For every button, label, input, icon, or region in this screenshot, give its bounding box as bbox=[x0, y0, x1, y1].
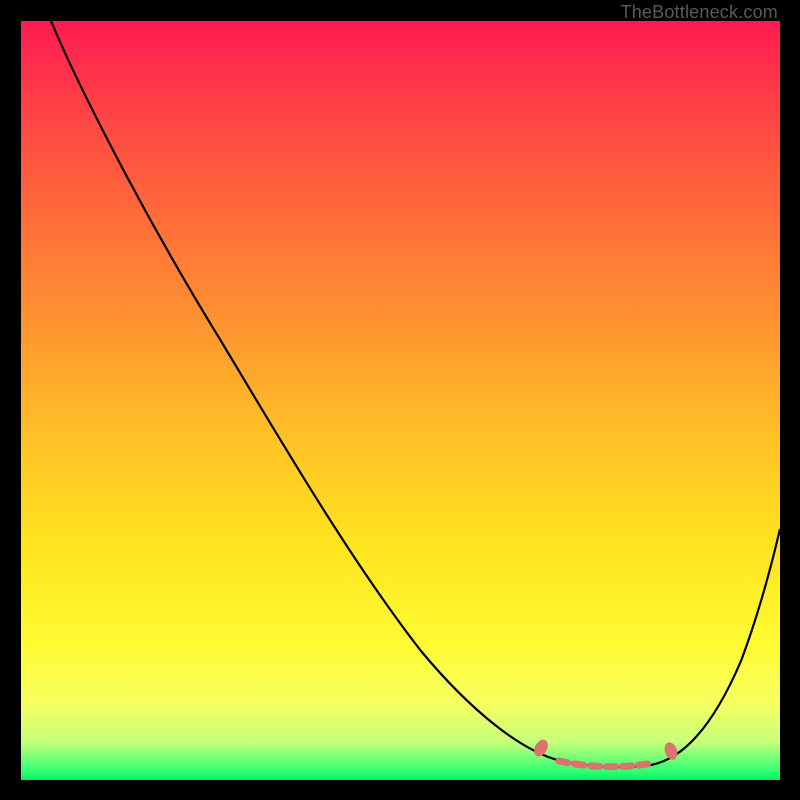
chart-frame: TheBottleneck.com bbox=[0, 0, 800, 800]
chart-svg bbox=[21, 21, 780, 780]
watermark-text: TheBottleneck.com bbox=[621, 2, 778, 23]
plot-area bbox=[21, 21, 780, 780]
bottleneck-curve bbox=[51, 21, 780, 767]
highlight-dashes bbox=[559, 761, 653, 767]
highlight-marker-right bbox=[662, 740, 679, 761]
highlight-marker-left bbox=[531, 737, 550, 759]
